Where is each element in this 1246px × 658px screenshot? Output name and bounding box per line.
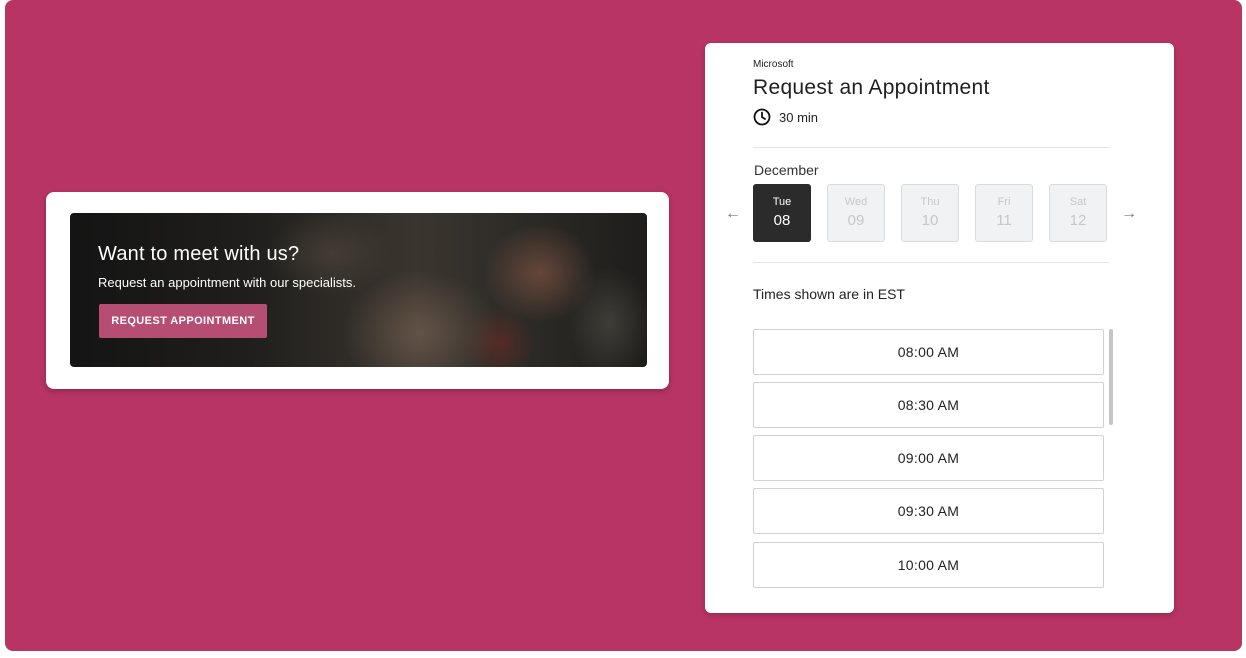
promo-banner: Want to meet with us? Request an appoint… [70,213,647,367]
arrow-right-icon[interactable]: → [1119,205,1139,223]
day-option[interactable]: Sat 12 [1049,184,1107,242]
duration: 30 min [753,108,818,126]
month-label: December [754,162,819,178]
organization-name: Microsoft [753,59,794,70]
clock-icon [753,108,771,126]
promo-card: Want to meet with us? Request an appoint… [46,192,669,389]
scrollbar-thumb[interactable] [1109,329,1113,425]
day-number: 09 [847,212,865,229]
timezone-note: Times shown are in EST [753,286,905,302]
day-name: Sat [1069,196,1087,208]
time-slot-button[interactable]: 10:00 AM [753,542,1104,588]
day-option[interactable]: Tue 08 [753,184,811,242]
day-number: 12 [1069,212,1087,229]
time-slot-button[interactable]: 09:00 AM [753,435,1104,481]
day-name: Wed [844,196,868,208]
day-option[interactable]: Fri 11 [975,184,1033,242]
booking-title: Request an Appointment [753,76,990,99]
divider [753,147,1109,148]
day-name: Tue [772,196,792,208]
arrow-left-icon[interactable]: ← [723,205,743,223]
day-name: Fri [997,196,1011,208]
day-option[interactable]: Wed 09 [827,184,885,242]
day-option[interactable]: Thu 10 [901,184,959,242]
promo-title: Want to meet with us? [98,243,300,265]
request-appointment-button[interactable]: REQUEST APPOINTMENT [99,304,267,338]
day-number: 10 [921,212,939,229]
day-number: 08 [773,212,791,229]
day-name: Thu [920,196,940,208]
booking-panel: Microsoft Request an Appointment 30 min … [705,43,1174,613]
duration-label: 30 min [779,109,819,125]
time-slot-button[interactable]: 08:30 AM [753,382,1104,428]
time-slot-button[interactable]: 08:00 AM [753,329,1104,375]
promo-subtitle: Request an appointment with our speciali… [98,275,356,290]
day-number: 11 [996,212,1012,229]
divider [753,262,1109,263]
time-slot-button[interactable]: 09:30 AM [753,488,1104,534]
